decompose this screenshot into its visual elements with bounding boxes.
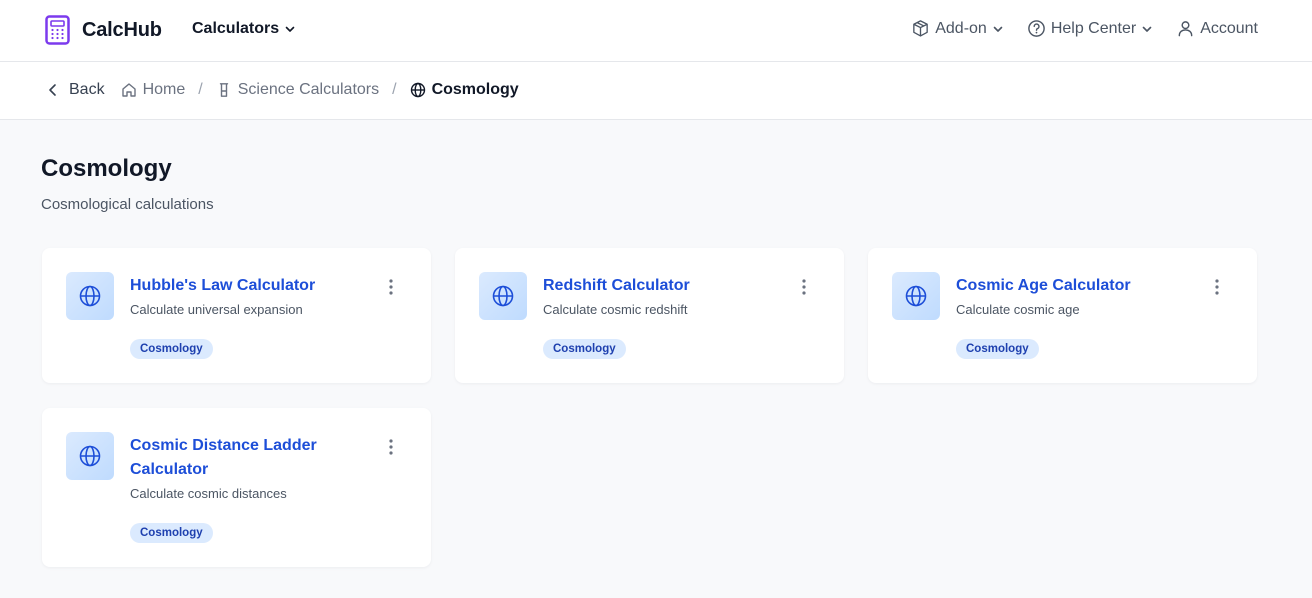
brand-logo[interactable]: CalcHub xyxy=(45,15,162,45)
globe-icon xyxy=(79,285,101,307)
card-description: Calculate cosmic redshift xyxy=(543,302,688,317)
calculator-card[interactable]: Cosmic Age Calculator Calculate cosmic a… xyxy=(868,248,1257,383)
card-icon-tile xyxy=(66,272,114,320)
category-tag: Cosmology xyxy=(130,523,213,543)
more-vertical-icon xyxy=(389,439,393,455)
card-icon-tile xyxy=(892,272,940,320)
account-label: Account xyxy=(1200,19,1258,37)
page-title: Cosmology xyxy=(41,155,172,182)
calculator-logo-icon xyxy=(45,15,70,45)
more-vertical-icon xyxy=(1215,279,1219,295)
calculator-card[interactable]: Redshift Calculator Calculate cosmic red… xyxy=(455,248,844,383)
more-options-button[interactable] xyxy=(380,436,402,458)
calculators-menu-label: Calculators xyxy=(192,20,280,37)
card-title[interactable]: Cosmic Distance Ladder Calculator xyxy=(130,434,350,482)
brand-name: CalcHub xyxy=(82,18,162,41)
card-description: Calculate cosmic age xyxy=(956,302,1080,317)
breadcrumb-separator: / xyxy=(392,81,397,98)
page-subtitle: Cosmological calculations xyxy=(41,196,214,213)
calculator-card[interactable]: Cosmic Distance Ladder Calculator Calcul… xyxy=(42,408,431,567)
home-icon xyxy=(121,83,136,97)
breadcrumb-science-label: Science Calculators xyxy=(237,81,380,98)
category-tag: Cosmology xyxy=(543,339,626,359)
calculator-card[interactable]: Hubble's Law Calculator Calculate univer… xyxy=(42,248,431,383)
card-description: Calculate universal expansion xyxy=(130,302,303,317)
user-icon xyxy=(1178,21,1193,37)
top-navbar: CalcHub Calculators Add-on Help Center A… xyxy=(0,0,1312,62)
back-label: Back xyxy=(69,81,105,98)
addon-menu[interactable]: Add-on xyxy=(911,19,1004,38)
more-vertical-icon xyxy=(802,279,806,295)
back-link[interactable]: Back xyxy=(45,81,105,99)
help-center-label: Help Center xyxy=(1050,19,1137,37)
header-actions: Add-on Help Center Account xyxy=(888,19,1258,38)
chevron-left-icon xyxy=(49,84,56,96)
breadcrumb-home[interactable]: Home xyxy=(121,81,186,99)
calculators-menu[interactable]: Calculators xyxy=(192,20,296,38)
help-circle-icon xyxy=(1028,20,1045,37)
card-title[interactable]: Redshift Calculator xyxy=(543,274,763,298)
help-center-menu[interactable]: Help Center xyxy=(1027,19,1153,38)
beaker-icon xyxy=(219,83,228,97)
box-icon xyxy=(913,20,929,37)
globe-icon xyxy=(79,445,101,467)
breadcrumb-bar: Back Home / Science Calculators / Cosmol… xyxy=(0,62,1312,120)
more-options-button[interactable] xyxy=(1206,276,1228,298)
chevron-down-icon xyxy=(993,26,1003,32)
more-options-button[interactable] xyxy=(793,276,815,298)
card-title[interactable]: Hubble's Law Calculator xyxy=(130,274,350,298)
breadcrumb-current-label: Cosmology xyxy=(431,81,519,98)
category-tag: Cosmology xyxy=(956,339,1039,359)
breadcrumb-separator: / xyxy=(198,81,203,98)
addon-menu-label: Add-on xyxy=(935,19,987,37)
account-menu[interactable]: Account xyxy=(1176,19,1258,38)
breadcrumb-current: Cosmology xyxy=(410,81,519,99)
chevron-down-icon xyxy=(285,26,295,32)
globe-icon xyxy=(410,82,425,98)
category-tag: Cosmology xyxy=(130,339,213,359)
chevron-down-icon xyxy=(1142,26,1152,32)
breadcrumb: Back Home / Science Calculators / Cosmol… xyxy=(45,81,519,99)
breadcrumb-science[interactable]: Science Calculators xyxy=(216,81,379,99)
card-icon-tile xyxy=(479,272,527,320)
more-options-button[interactable] xyxy=(380,276,402,298)
more-vertical-icon xyxy=(389,279,393,295)
card-icon-tile xyxy=(66,432,114,480)
card-description: Calculate cosmic distances xyxy=(130,486,287,501)
globe-icon xyxy=(492,285,514,307)
globe-icon xyxy=(905,285,927,307)
breadcrumb-home-label: Home xyxy=(142,81,186,98)
card-title[interactable]: Cosmic Age Calculator xyxy=(956,274,1176,298)
